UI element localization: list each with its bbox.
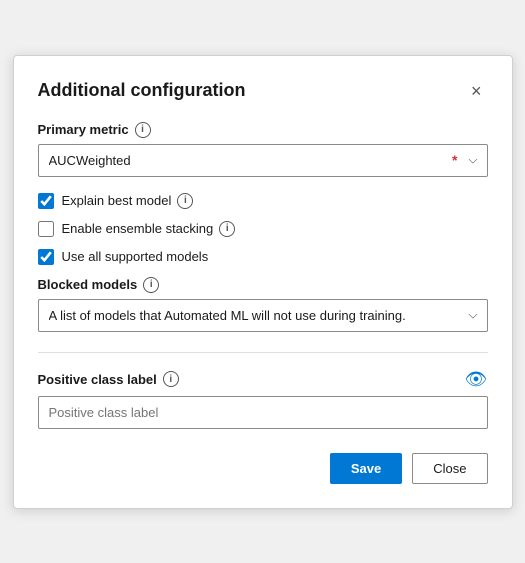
section-divider xyxy=(38,352,488,353)
enable-ensemble-stacking-row: Enable ensemble stacking i xyxy=(38,221,488,237)
primary-metric-info-icon[interactable]: i xyxy=(135,122,151,138)
enable-ensemble-stacking-label[interactable]: Enable ensemble stacking i xyxy=(62,221,236,237)
use-all-supported-models-row: Use all supported models xyxy=(38,249,488,265)
explain-best-model-row: Explain best model i xyxy=(38,193,488,209)
positive-class-label-info-icon[interactable]: i xyxy=(163,371,179,387)
modal-header: Additional configuration × xyxy=(38,80,488,102)
modal-container: Additional configuration × Primary metri… xyxy=(13,55,513,509)
positive-class-label-section: Positive class label i 👁 xyxy=(38,369,488,429)
required-star: * xyxy=(452,152,457,168)
primary-metric-label: Primary metric i xyxy=(38,122,488,138)
enable-ensemble-stacking-info-icon[interactable]: i xyxy=(219,221,235,237)
blocked-models-label: Blocked models i xyxy=(38,277,488,293)
eye-icon[interactable]: 👁 xyxy=(465,369,488,390)
blocked-models-info-icon[interactable]: i xyxy=(143,277,159,293)
save-button[interactable]: Save xyxy=(330,453,402,484)
blocked-models-section: Blocked models i A list of models that A… xyxy=(38,277,488,332)
positive-class-label-title: Positive class label i xyxy=(38,371,179,387)
blocked-models-dropdown[interactable]: A list of models that Automated ML will … xyxy=(38,299,488,332)
positive-class-label-header: Positive class label i 👁 xyxy=(38,369,488,390)
modal-footer: Save Close xyxy=(38,453,488,484)
primary-metric-dropdown-wrapper: AUCWeighted * ⌵ xyxy=(38,144,488,177)
explain-best-model-info-icon[interactable]: i xyxy=(177,193,193,209)
close-button[interactable]: Close xyxy=(412,453,487,484)
enable-ensemble-stacking-checkbox[interactable] xyxy=(38,221,54,237)
blocked-models-dropdown-wrapper: A list of models that Automated ML will … xyxy=(38,299,488,332)
explain-best-model-checkbox[interactable] xyxy=(38,193,54,209)
modal-overlay: Additional configuration × Primary metri… xyxy=(0,0,525,563)
explain-best-model-label[interactable]: Explain best model i xyxy=(62,193,194,209)
modal-title: Additional configuration xyxy=(38,80,246,101)
primary-metric-section: Primary metric i AUCWeighted * ⌵ xyxy=(38,122,488,177)
use-all-supported-models-checkbox[interactable] xyxy=(38,249,54,265)
use-all-supported-models-label[interactable]: Use all supported models xyxy=(62,249,209,264)
positive-class-label-input[interactable] xyxy=(38,396,488,429)
modal-close-button[interactable]: × xyxy=(465,80,488,102)
primary-metric-dropdown[interactable]: AUCWeighted xyxy=(38,144,488,177)
